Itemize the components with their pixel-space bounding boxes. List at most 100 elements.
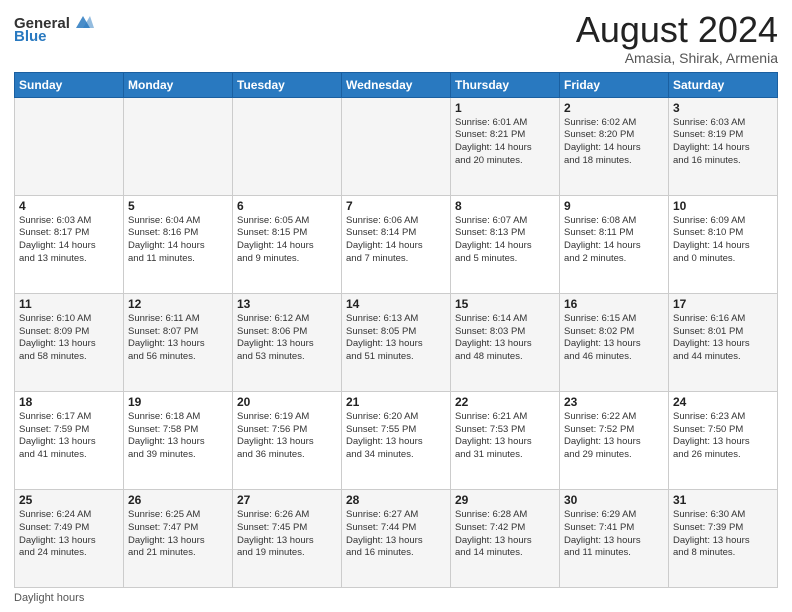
week-row-3: 11Sunrise: 6:10 AM Sunset: 8:09 PM Dayli… [15,293,778,391]
day-number: 11 [19,297,119,311]
day-info: Sunrise: 6:19 AM Sunset: 7:56 PM Dayligh… [237,411,337,462]
day-number: 19 [128,395,228,409]
day-number: 27 [237,493,337,507]
day-number: 31 [673,493,773,507]
day-header-friday: Friday [560,72,669,97]
calendar-table: SundayMondayTuesdayWednesdayThursdayFrid… [14,72,778,588]
day-cell-2: 2 Sunrise: 6:02 AM Sunset: 8:20 PM Daylig… [560,97,669,195]
day-cell-22: 22 Sunrise: 6:21 AM Sunset: 7:53 PM Dayli… [451,391,560,489]
day-cell-11: 11Sunrise: 6:10 AM Sunset: 8:09 PM Dayli… [15,293,124,391]
day-cell-4: 4Sunrise: 6:03 AM Sunset: 8:17 PM Daylig… [15,195,124,293]
day-number: 25 [19,493,119,507]
day-info: Sunrise: 6:30 AM Sunset: 7:39 PM Dayligh… [673,509,773,560]
day-info: Sunrise: 6:12 AM Sunset: 8:06 PM Dayligh… [237,313,337,364]
main-title: August 2024 [576,10,778,50]
day-header-sunday: Sunday [15,72,124,97]
day-info: Sunrise: 6:29 AM Sunset: 7:41 PM Dayligh… [564,509,664,560]
day-number: 3 [673,101,773,115]
day-number: 8 [455,199,555,213]
subtitle: Amasia, Shirak, Armenia [576,50,778,66]
day-cell-15: 15 Sunrise: 6:14 AM Sunset: 8:03 PM Dayli… [451,293,560,391]
day-cell-19: 19Sunrise: 6:18 AM Sunset: 7:58 PM Dayli… [124,391,233,489]
day-header-monday: Monday [124,72,233,97]
day-info: Sunrise: 6:21 AM Sunset: 7:53 PM Dayligh… [455,411,555,462]
day-number: 22 [455,395,555,409]
day-info: Sunrise: 6:28 AM Sunset: 7:42 PM Dayligh… [455,509,555,560]
day-info: Sunrise: 6:02 AM Sunset: 8:20 PM Dayligh… [564,117,664,168]
day-header-wednesday: Wednesday [342,72,451,97]
day-number: 30 [564,493,664,507]
day-header-saturday: Saturday [669,72,778,97]
title-section: August 2024 Amasia, Shirak, Armenia [576,10,778,66]
day-cell-empty [342,97,451,195]
day-number: 21 [346,395,446,409]
day-number: 13 [237,297,337,311]
day-number: 12 [128,297,228,311]
day-cell-25: 25 Sunrise: 6:24 AM Sunset: 7:49 PM Dayli… [15,489,124,587]
day-cell-16: 16 Sunrise: 6:15 AM Sunset: 8:02 PM Dayli… [560,293,669,391]
day-number: 26 [128,493,228,507]
day-info: Sunrise: 6:26 AM Sunset: 7:45 PM Dayligh… [237,509,337,560]
day-cell-empty [15,97,124,195]
day-cell-27: 27 Sunrise: 6:26 AM Sunset: 7:45 PM Dayli… [233,489,342,587]
week-row-2: 4Sunrise: 6:03 AM Sunset: 8:17 PM Daylig… [15,195,778,293]
day-info: Sunrise: 6:06 AM Sunset: 8:14 PM Dayligh… [346,215,446,266]
logo-blue: Blue [14,28,47,45]
day-number: 16 [564,297,664,311]
day-number: 15 [455,297,555,311]
day-info: Sunrise: 6:20 AM Sunset: 7:55 PM Dayligh… [346,411,446,462]
day-cell-3: 3 Sunrise: 6:03 AM Sunset: 8:19 PM Daylig… [669,97,778,195]
day-header-thursday: Thursday [451,72,560,97]
week-row-1: 1 Sunrise: 6:01 AM Sunset: 8:21 PM Daylig… [15,97,778,195]
day-cell-9: 9 Sunrise: 6:08 AM Sunset: 8:11 PM Daylig… [560,195,669,293]
day-cell-12: 12Sunrise: 6:11 AM Sunset: 8:07 PM Dayli… [124,293,233,391]
day-cell-8: 8Sunrise: 6:07 AM Sunset: 8:13 PM Daylig… [451,195,560,293]
week-row-5: 25 Sunrise: 6:24 AM Sunset: 7:49 PM Dayli… [15,489,778,587]
day-info: Sunrise: 6:13 AM Sunset: 8:05 PM Dayligh… [346,313,446,364]
logo-icon [72,14,94,32]
day-info: Sunrise: 6:09 AM Sunset: 8:10 PM Dayligh… [673,215,773,266]
day-cell-5: 5 Sunrise: 6:04 AM Sunset: 8:16 PM Daylig… [124,195,233,293]
day-info: Sunrise: 6:22 AM Sunset: 7:52 PM Dayligh… [564,411,664,462]
day-header-tuesday: Tuesday [233,72,342,97]
day-cell-13: 13 Sunrise: 6:12 AM Sunset: 8:06 PM Dayli… [233,293,342,391]
day-cell-14: 14 Sunrise: 6:13 AM Sunset: 8:05 PM Dayli… [342,293,451,391]
day-info: Sunrise: 6:03 AM Sunset: 8:19 PM Dayligh… [673,117,773,168]
day-info: Sunrise: 6:27 AM Sunset: 7:44 PM Dayligh… [346,509,446,560]
day-info: Sunrise: 6:17 AM Sunset: 7:59 PM Dayligh… [19,411,119,462]
day-cell-21: 21 Sunrise: 6:20 AM Sunset: 7:55 PM Dayli… [342,391,451,489]
day-number: 24 [673,395,773,409]
day-cell-7: 7Sunrise: 6:06 AM Sunset: 8:14 PM Daylig… [342,195,451,293]
day-number: 28 [346,493,446,507]
day-cell-10: 10 Sunrise: 6:09 AM Sunset: 8:10 PM Dayli… [669,195,778,293]
day-cell-30: 30 Sunrise: 6:29 AM Sunset: 7:41 PM Dayli… [560,489,669,587]
day-number: 6 [237,199,337,213]
day-info: Sunrise: 6:14 AM Sunset: 8:03 PM Dayligh… [455,313,555,364]
day-cell-18: 18Sunrise: 6:17 AM Sunset: 7:59 PM Dayli… [15,391,124,489]
day-cell-empty [124,97,233,195]
day-info: Sunrise: 6:15 AM Sunset: 8:02 PM Dayligh… [564,313,664,364]
day-number: 5 [128,199,228,213]
day-number: 17 [673,297,773,311]
day-number: 4 [19,199,119,213]
page: General Blue August 2024 Amasia, Shirak,… [0,0,792,612]
day-number: 14 [346,297,446,311]
day-cell-31: 31 Sunrise: 6:30 AM Sunset: 7:39 PM Dayli… [669,489,778,587]
day-cell-20: 20Sunrise: 6:19 AM Sunset: 7:56 PM Dayli… [233,391,342,489]
day-info: Sunrise: 6:08 AM Sunset: 8:11 PM Dayligh… [564,215,664,266]
day-info: Sunrise: 6:25 AM Sunset: 7:47 PM Dayligh… [128,509,228,560]
header-row: SundayMondayTuesdayWednesdayThursdayFrid… [15,72,778,97]
day-number: 9 [564,199,664,213]
day-cell-24: 24Sunrise: 6:23 AM Sunset: 7:50 PM Dayli… [669,391,778,489]
top-section: General Blue August 2024 Amasia, Shirak,… [14,10,778,66]
day-number: 2 [564,101,664,115]
logo: General Blue [14,10,94,45]
day-info: Sunrise: 6:24 AM Sunset: 7:49 PM Dayligh… [19,509,119,560]
day-info: Sunrise: 6:01 AM Sunset: 8:21 PM Dayligh… [455,117,555,168]
day-info: Sunrise: 6:05 AM Sunset: 8:15 PM Dayligh… [237,215,337,266]
day-number: 1 [455,101,555,115]
day-number: 29 [455,493,555,507]
day-number: 10 [673,199,773,213]
day-info: Sunrise: 6:04 AM Sunset: 8:16 PM Dayligh… [128,215,228,266]
day-cell-29: 29 Sunrise: 6:28 AM Sunset: 7:42 PM Dayli… [451,489,560,587]
